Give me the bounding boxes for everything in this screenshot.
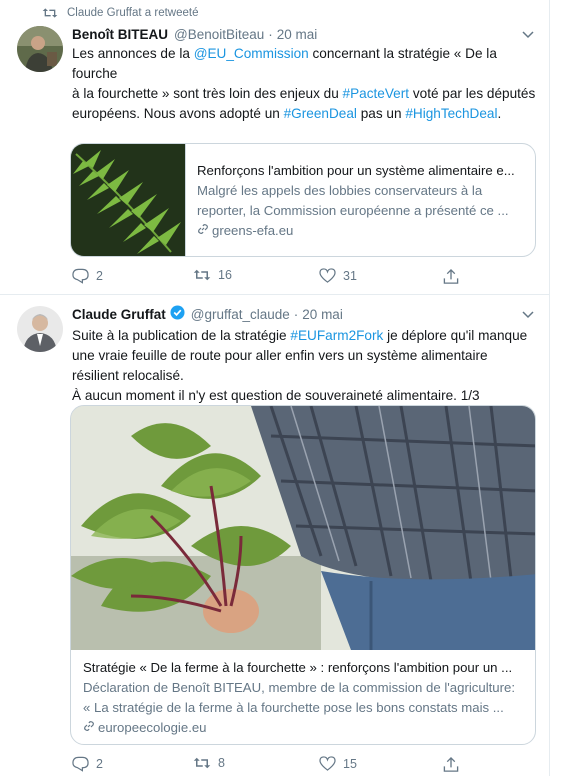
retweet-count: 16 (218, 268, 232, 282)
link-icon (83, 718, 95, 738)
reply-icon (72, 756, 89, 772)
tweet-text-line: européens. Nous avons adopté un #GreenDe… (72, 104, 542, 124)
retweet-context: Claude Gruffat a retweeté (42, 7, 198, 19)
retweet-label: Claude Gruffat a retweeté (67, 7, 199, 19)
verified-badge-icon (170, 305, 185, 323)
hashtag-link[interactable]: #GreenDeal (284, 106, 357, 121)
like-count: 15 (343, 756, 357, 771)
reply-icon (72, 268, 89, 284)
tweet-header: Claude Gruffat @gruffat_claude · 20 mai (72, 305, 534, 323)
link-card[interactable]: Renforçons l'ambition pour un système al… (70, 143, 536, 257)
tweet-text-line: À aucun moment il n'y est question de so… (72, 386, 542, 406)
text-segment: je déplore qu'il manque (383, 328, 528, 343)
retweet-icon (42, 7, 58, 19)
share-button[interactable] (443, 268, 459, 285)
link-card[interactable]: Stratégie « De la ferme à la fourchette … (70, 405, 536, 745)
text-segment: à la fourchette » sont très loin des enj… (72, 86, 343, 101)
text-segment: À aucun moment il n'y est question de so… (72, 388, 480, 403)
tweet-text-line (72, 124, 542, 144)
share-icon (443, 268, 459, 285)
tweet-text: Suite à la publication de la stratégie #… (72, 326, 542, 406)
tweet-actions: 2 8 15 (72, 756, 472, 776)
chevron-down-icon[interactable] (522, 307, 534, 322)
tweet-text-line: une vraie feuille de route pour aller en… (72, 346, 542, 366)
card-title: Stratégie « De la ferme à la fourchette … (83, 660, 513, 675)
hashtag-link[interactable]: #EUFarm2Fork (290, 328, 383, 343)
author-name[interactable]: Claude Gruffat (72, 307, 166, 322)
tweet-date[interactable]: 20 mai (302, 307, 343, 322)
avatar[interactable] (17, 306, 63, 352)
heart-icon (319, 268, 336, 283)
retweet-count: 8 (218, 756, 225, 770)
tweet[interactable]: Claude Gruffat a retweeté Benoît BITEAU … (0, 0, 550, 295)
reply-button[interactable]: 2 (72, 268, 103, 284)
tweet[interactable]: Claude Gruffat @gruffat_claude · 20 mai … (0, 296, 550, 776)
reply-button[interactable]: 2 (72, 756, 103, 772)
tweet-text-line: Les annonces de la @EU_Commission concer… (72, 44, 542, 84)
fern-leaf-photo-icon (71, 144, 186, 256)
hashtag-link[interactable]: #HighTechDeal (405, 106, 497, 121)
link-icon (197, 221, 209, 241)
text-segment: pas un (356, 106, 406, 121)
like-button[interactable]: 31 (319, 268, 357, 283)
retweet-button[interactable]: 8 (193, 756, 225, 770)
share-icon (443, 756, 459, 773)
card-description: Malgré les appels des lobbies conservate… (197, 183, 483, 198)
text-segment: voté par les députés (409, 86, 536, 101)
tweet-text-line: à la fourchette » sont très loin des enj… (72, 84, 542, 104)
like-button[interactable]: 15 (319, 756, 357, 771)
card-description: reporter, la Commission européenne a pré… (197, 203, 509, 218)
tweet-header: Benoît BITEAU @BenoitBiteau · 20 mai (72, 25, 534, 43)
reply-count: 2 (96, 757, 103, 771)
retweet-button[interactable]: 16 (193, 268, 232, 282)
text-segment: européens. Nous avons adopté un (72, 106, 284, 121)
tweet-text-line: Suite à la publication de la stratégie #… (72, 326, 542, 346)
text-segment: une vraie feuille de route pour aller en… (72, 348, 488, 363)
card-domain: europeecologie.eu (83, 718, 523, 738)
retweet-icon (193, 268, 211, 282)
like-count: 31 (343, 268, 357, 283)
tweet-actions: 2 16 31 (72, 268, 472, 288)
author-handle[interactable]: @BenoitBiteau (174, 27, 264, 42)
reply-count: 2 (96, 269, 103, 283)
text-segment: Suite à la publication de la stratégie (72, 328, 291, 343)
author-handle[interactable]: @gruffat_claude (191, 307, 290, 322)
card-domain: greens-efa.eu (197, 221, 525, 241)
chevron-down-icon[interactable] (522, 27, 534, 42)
timeline: Claude Gruffat a retweeté Benoît BITEAU … (0, 0, 550, 776)
avatar[interactable] (17, 26, 63, 72)
text-segment: . (497, 106, 502, 121)
card-description: Déclaration de Benoît BITEAU, membre de … (83, 680, 516, 695)
author-name[interactable]: Benoît BITEAU (72, 27, 168, 42)
card-title: Renforçons l'ambition pour un système al… (197, 163, 515, 178)
farmer-holding-chard-photo-icon (71, 406, 535, 650)
mention-link[interactable]: @EU_Commission (194, 46, 309, 61)
hashtag-link[interactable]: #PacteVert (343, 86, 410, 101)
retweet-icon (193, 756, 211, 770)
card-description: « La stratégie de la ferme à la fourchet… (83, 700, 504, 715)
heart-icon (319, 756, 336, 771)
tweet-date[interactable]: 20 mai (277, 27, 318, 42)
text-segment: résilient relocalisé. (72, 368, 184, 383)
share-button[interactable] (443, 756, 459, 773)
tweet-text-line: résilient relocalisé. (72, 366, 542, 386)
text-segment: Les annonces de la (72, 46, 194, 61)
